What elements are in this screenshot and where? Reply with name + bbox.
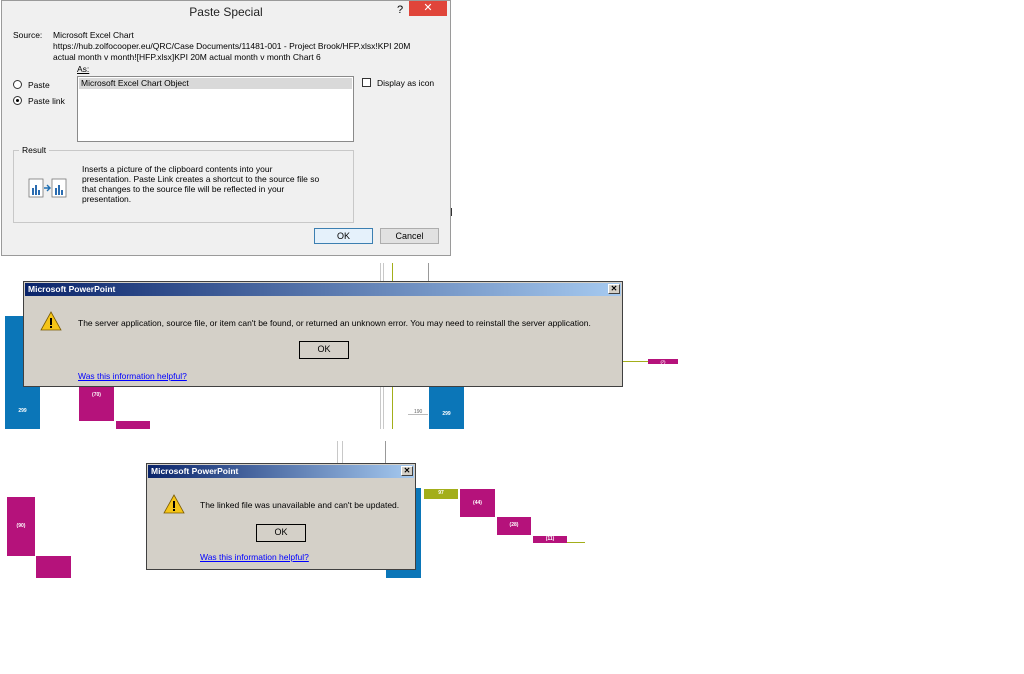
result-text-line: that changes to the source file will be … [82,184,285,194]
paste-link-radio[interactable] [13,96,22,105]
result-text-line: presentation. [82,194,132,204]
chart-bar: (11) [533,536,567,543]
chart-bar [36,556,71,578]
help-button[interactable]: ? [392,1,408,19]
ok-button[interactable]: OK [299,341,349,359]
feedback-link[interactable]: Was this information helpful? [200,552,309,562]
error-message: The server application, source file, or … [78,318,591,328]
error-message: The linked file was unavailable and can'… [200,500,400,510]
source-line: https://hub.zolfocooper.eu/QRC/Case Docu… [53,41,411,51]
chart-gridline [342,441,343,463]
source-label: Source: [13,30,43,40]
source-line: Microsoft Excel Chart [53,30,134,40]
chart-bar: (28) [497,517,531,535]
chart-bar: 97 [424,489,458,499]
close-button[interactable]: ✕ [401,466,413,476]
chart-gridline [428,263,429,283]
chart-tick [408,414,428,415]
warning-icon [40,311,62,331]
result-text-line: Inserts a picture of the clipboard conte… [82,164,273,174]
feedback-link[interactable]: Was this information helpful? [78,371,187,381]
chart-bar: (7) [648,359,678,364]
chart-connector [620,361,648,362]
ok-button[interactable]: OK [314,228,373,244]
warning-icon [163,494,185,514]
paste-label[interactable]: Paste [28,80,50,90]
chart-bar [116,421,150,429]
close-button[interactable]: ✕ [409,1,447,16]
as-label: As: [77,64,90,74]
paste-radio[interactable] [13,80,22,89]
paste-link-label[interactable]: Paste link [28,96,65,106]
chart-bar: (44) [460,489,495,517]
chart-connector [567,542,585,543]
error-dialog: Microsoft PowerPoint ✕ The server applic… [23,281,623,387]
list-item[interactable]: Microsoft Excel Chart Object [79,78,352,89]
cancel-button[interactable]: Cancel [380,228,439,244]
dialog-title: Microsoft PowerPoint [148,465,414,478]
result-label: Result [19,145,50,155]
chart-bar: 299 [429,386,464,429]
display-as-icon-label[interactable]: Display as icon [377,78,434,88]
chart-gridline [337,441,338,463]
error-dialog: Microsoft PowerPoint ✕ The linked file w… [146,463,416,570]
paste-special-dialog: Paste Special ? ✕ Source: Microsoft Exce… [1,0,451,256]
dialog-title: Microsoft PowerPoint [25,283,621,296]
paste-link-icon [28,177,68,199]
dialog-title: Paste Special [189,5,263,19]
chart-gridline [385,441,386,463]
chart-bar: (90) [7,497,35,556]
chart-bar: (70) [79,386,114,421]
source-line: actual month v month![HFP.xlsx]KPI 20M a… [53,52,321,62]
close-button[interactable]: ✕ [608,284,620,294]
ok-button[interactable]: OK [256,524,306,542]
result-text-line: presentation. Paste Link creates a short… [82,174,320,184]
as-listbox[interactable]: Microsoft Excel Chart Object [77,76,354,142]
display-as-icon-checkbox[interactable] [362,78,371,87]
